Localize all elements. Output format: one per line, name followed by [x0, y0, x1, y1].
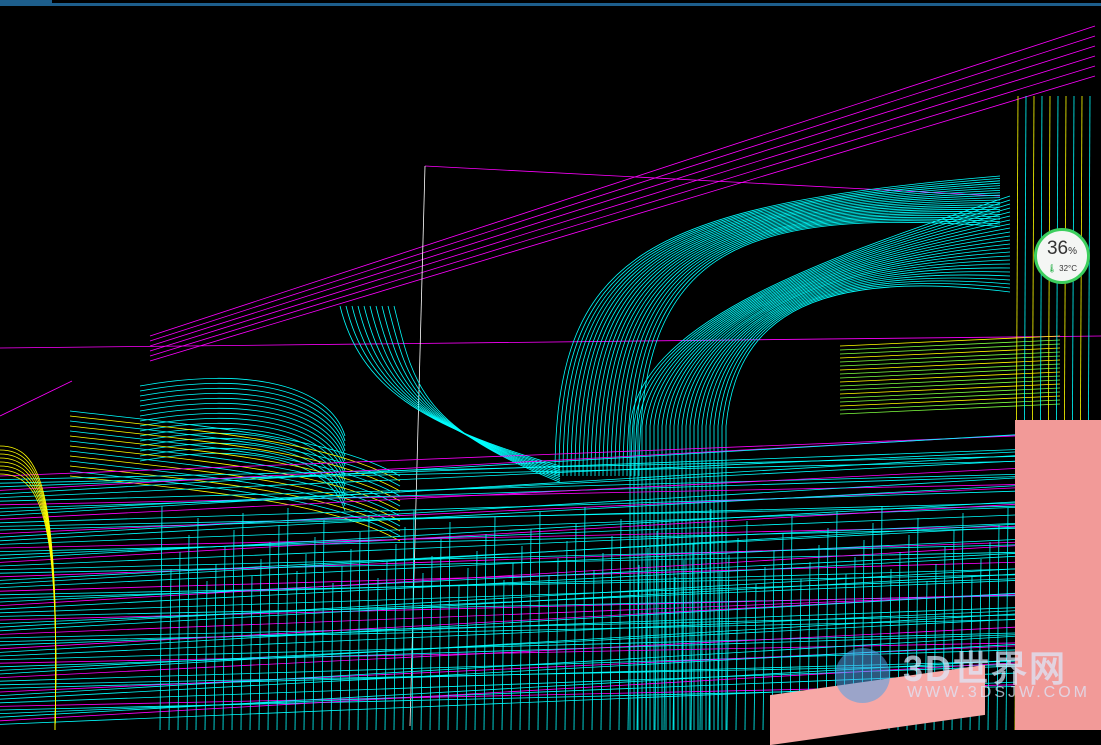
watermark-logo-icon	[835, 648, 890, 703]
wire-vertical	[204, 580, 208, 731]
wire-vertical	[438, 538, 442, 731]
wire-line	[839, 403, 1061, 415]
wire-vertical	[753, 583, 757, 731]
wire-hatch	[0, 551, 1016, 574]
wire-vertical	[375, 577, 379, 731]
wire-line	[839, 371, 1061, 383]
wire-line	[839, 391, 1061, 403]
system-monitor-widget[interactable]: 36% 🌡︎ 32°C	[1034, 228, 1090, 284]
wireframe-drawing[interactable]	[0, 6, 1101, 731]
wire-line	[839, 367, 1061, 379]
wire-arc	[582, 192, 1001, 477]
wire-hatch	[0, 545, 1016, 606]
wire-line	[839, 383, 1061, 395]
wire-vertical	[564, 540, 568, 731]
wire-line	[839, 355, 1061, 367]
wire-vertical	[591, 569, 595, 731]
wire-line	[839, 379, 1061, 391]
wire-line	[839, 343, 1061, 355]
wire-vertical	[366, 514, 370, 731]
wire-vertical	[321, 519, 325, 731]
wire-line	[839, 375, 1061, 387]
wire-line	[839, 387, 1061, 399]
wire-line	[0, 380, 73, 417]
watermark-url: WWW.3DSJW.COM	[907, 684, 1090, 701]
wire-line	[149, 45, 1096, 347]
wire-line	[839, 399, 1061, 411]
wire-vertical	[726, 554, 730, 731]
wire-hatch	[0, 527, 1016, 552]
wire-arc	[610, 209, 1001, 477]
wire-vertical	[429, 555, 433, 731]
wire-line	[839, 347, 1061, 359]
wire-vertical	[339, 565, 343, 731]
wire-arc	[626, 216, 1001, 477]
wire-vertical	[654, 530, 658, 731]
wire-vertical	[384, 560, 388, 731]
wire-vertical	[285, 507, 289, 731]
cad-viewport[interactable]	[0, 6, 1101, 731]
wire-vertical	[609, 535, 613, 731]
wire-vertical	[294, 570, 298, 731]
wire-vertical	[195, 517, 199, 731]
wire-line	[839, 363, 1061, 375]
wire-vertical	[276, 524, 280, 731]
wire-arc	[339, 305, 561, 467]
wire-vertical	[186, 534, 190, 731]
thermometer-icon: 🌡︎	[1046, 264, 1058, 273]
wire-vertical	[231, 529, 235, 731]
wire-arc	[345, 305, 561, 469]
wire-arc	[363, 305, 561, 474]
wire-vertical	[600, 552, 604, 731]
wire-vertical	[177, 551, 181, 731]
wire-vertical	[393, 543, 397, 731]
wire-hatch	[0, 544, 1016, 570]
wire-line	[839, 351, 1061, 363]
wire-vertical	[222, 546, 226, 731]
temperature: 🌡︎ 32°C	[1046, 264, 1078, 273]
wire-vertical	[465, 567, 469, 731]
wire-line	[839, 359, 1061, 371]
wire-arc	[590, 197, 1001, 477]
wire-vertical	[573, 523, 577, 731]
wire-line	[839, 395, 1061, 407]
wire-arc	[381, 305, 561, 479]
cpu-percent: 36%	[1046, 238, 1078, 259]
wire-hatch	[0, 539, 1016, 588]
wire-arc	[387, 305, 561, 481]
wire-hatch	[0, 435, 1016, 477]
wire-arc	[375, 305, 561, 478]
wire-vertical	[348, 548, 352, 731]
wire-line	[839, 339, 1061, 351]
